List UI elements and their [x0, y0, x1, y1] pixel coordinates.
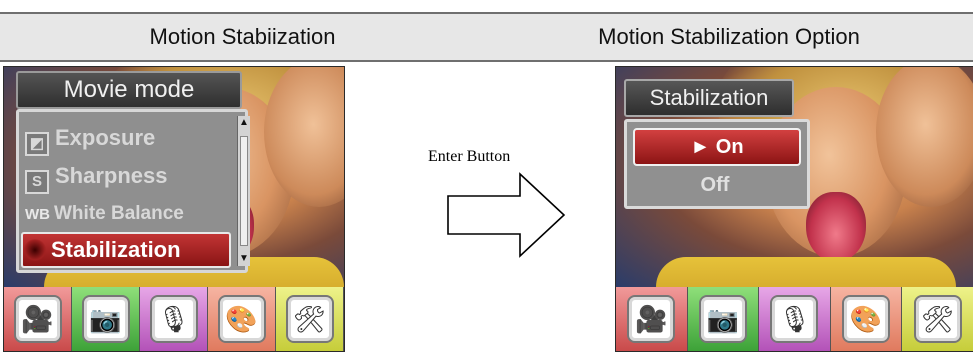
option-off[interactable]: Off [633, 168, 797, 202]
menu-item-label: Stabilization [51, 237, 181, 262]
movie-mode-menu: ◩ Exposure S Sharpness WB White Balance Sta… [16, 109, 250, 273]
menu-item-exposure[interactable]: ◩ Exposure [25, 122, 225, 156]
video-camera-icon: 🎥 [627, 295, 676, 343]
menu-item-label: Exposure [55, 125, 156, 150]
right-arrow-icon [447, 172, 566, 258]
tools-icon: 🛠 [913, 295, 962, 343]
scroll-thumb[interactable] [240, 136, 248, 246]
menu-item-label: White Balance [54, 203, 184, 224]
stabilization-icon [23, 239, 47, 261]
microphone-icon: 🎙 [770, 295, 819, 343]
menu-title: Movie mode [16, 71, 242, 109]
stabilization-title: Stabilization [624, 79, 794, 117]
menu-item-white-balance[interactable]: WB White Balance [25, 198, 225, 230]
tab-camera[interactable]: 📷 [72, 287, 140, 351]
palette-icon: 🎨 [842, 295, 891, 343]
menu-scrollbar[interactable]: ▲ ▼ [237, 116, 250, 266]
scroll-up-arrow-icon[interactable]: ▲ [238, 116, 250, 130]
sharpness-icon: S [25, 170, 49, 194]
mode-tab-bar: 🎥 📷 🎙 🎨 🛠 [4, 287, 344, 351]
menu-item-stabilization[interactable]: Stabilization [21, 232, 231, 268]
tab-effects[interactable]: 🎨 [208, 287, 276, 351]
exposure-icon: ◩ [25, 132, 49, 156]
tools-icon: 🛠 [285, 295, 334, 343]
left-heading: Motion Stabiization [149, 24, 336, 49]
palette-icon: 🎨 [217, 295, 266, 343]
stabilization-screen: Stabilization ► On Off 🎥 📷 🎙 🎨 🛠 [615, 66, 973, 352]
tab-audio[interactable]: 🎙 [140, 287, 208, 351]
tab-setup[interactable]: 🛠 [276, 287, 344, 351]
header-row: Motion Stabiization Motion Stabilization… [0, 12, 973, 62]
option-on[interactable]: ► On [633, 128, 801, 166]
mode-tab-bar: 🎥 📷 🎙 🎨 🛠 [616, 287, 973, 351]
camera-icon: 📷 [81, 295, 130, 343]
tab-camera[interactable]: 📷 [687, 287, 760, 351]
video-camera-icon: 🎥 [13, 295, 62, 343]
enter-button-label: Enter Button [428, 148, 511, 165]
stabilization-options: ► On Off [624, 119, 810, 209]
white-balance-icon: WB [25, 206, 50, 223]
camera-icon: 📷 [698, 295, 747, 343]
tab-setup[interactable]: 🛠 [902, 287, 973, 351]
tab-video[interactable]: 🎥 [616, 287, 688, 351]
tab-effects[interactable]: 🎨 [830, 287, 903, 351]
movie-mode-screen: Movie mode ◩ Exposure S Sharpness WB White … [3, 66, 345, 352]
menu-item-label: Sharpness [55, 163, 168, 188]
tab-audio[interactable]: 🎙 [759, 287, 831, 351]
right-heading: Motion Stabilization Option [598, 24, 860, 49]
microphone-icon: 🎙 [149, 295, 198, 343]
tab-video[interactable]: 🎥 [4, 287, 72, 351]
menu-item-sharpness[interactable]: S Sharpness [25, 160, 225, 194]
scroll-down-arrow-icon[interactable]: ▼ [238, 252, 250, 266]
